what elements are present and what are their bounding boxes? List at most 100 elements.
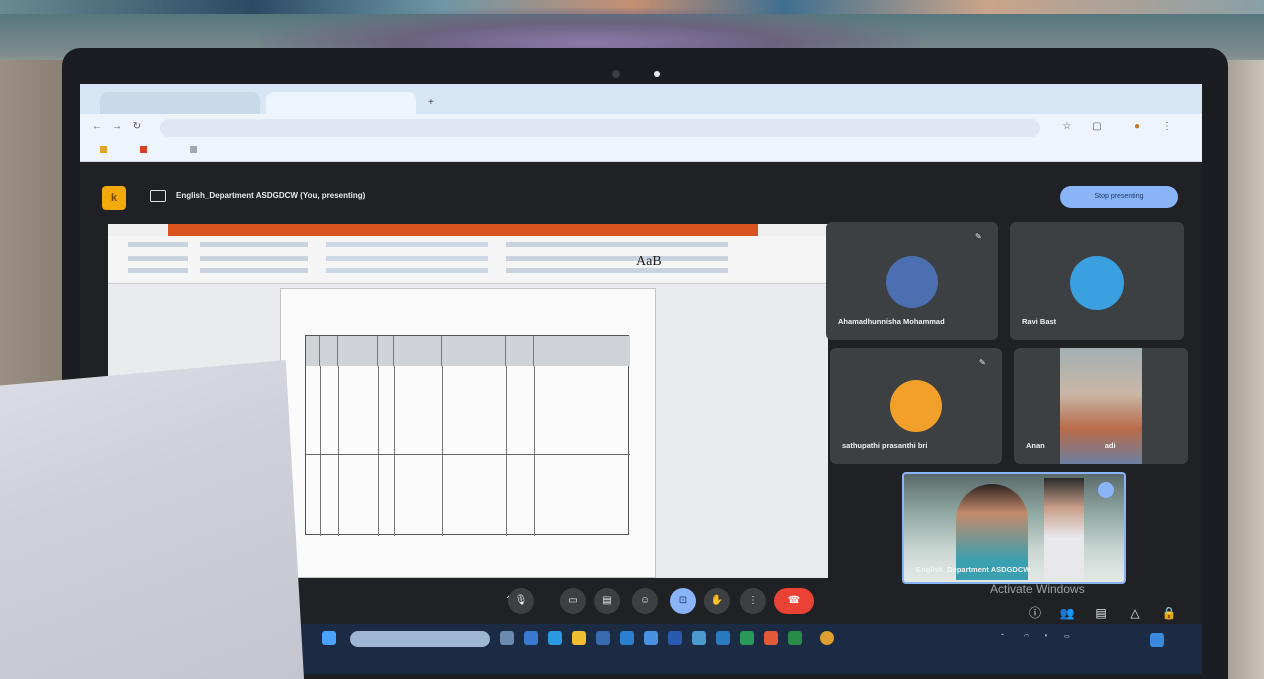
present-button[interactable]: ⊡ (670, 588, 696, 614)
ribbon-tabs (128, 242, 728, 247)
table-header-cell (320, 336, 338, 366)
table-header-cell (378, 336, 394, 366)
profile-icon[interactable]: ● (1130, 120, 1144, 134)
word-notification-bar (168, 224, 758, 236)
browser-address-bar: ← → ↻ ☆ ▢ ● ⋮ (80, 114, 1202, 142)
table-header-cell (394, 336, 442, 366)
raise-hand-button[interactable]: ✋ (704, 588, 730, 614)
back-icon[interactable]: ← (90, 120, 104, 134)
app-icon-1[interactable] (524, 631, 538, 645)
mic-button[interactable]: 🎙 (508, 588, 534, 614)
table-row-line (306, 454, 630, 455)
info-icon[interactable]: ⓘ (1026, 604, 1044, 622)
folder-icon[interactable] (572, 631, 586, 645)
camera-button[interactable]: ▭ (560, 588, 586, 614)
document-page (280, 288, 656, 578)
participant-name: Ahamadhunnisha Mohammad (838, 317, 945, 326)
people-icon[interactable]: 👥 (1058, 604, 1076, 622)
chrome-icon[interactable] (820, 631, 834, 645)
captions-button[interactable]: ▤ (594, 588, 620, 614)
mic-off-icon: ✎ (979, 358, 986, 367)
participant-tile-1[interactable]: ✎ Ahamadhunnisha Mohammad (826, 222, 998, 340)
app-icon-2[interactable] (596, 631, 610, 645)
app-icon-4[interactable] (644, 631, 658, 645)
end-call-button[interactable]: ☎ (774, 588, 814, 614)
table-column-line (338, 366, 339, 536)
participant-tile-2[interactable]: Ravi Bast (1010, 222, 1184, 340)
forward-icon[interactable]: → (110, 120, 124, 134)
participant-name: Ravi Bast (1022, 317, 1057, 326)
participant-tile-4[interactable]: Anan adi (1014, 348, 1188, 464)
activate-windows-title: Activate Windows (990, 582, 1085, 596)
table-column-line (394, 366, 395, 536)
handwritten-note (0, 360, 304, 679)
table-column-line (442, 366, 443, 536)
battery-icon[interactable]: ▭ (1064, 633, 1070, 640)
app-icon-6[interactable] (716, 631, 730, 645)
bookmark-2[interactable] (140, 146, 150, 153)
app-icon-5[interactable] (692, 631, 706, 645)
star-icon[interactable]: ☆ (1060, 120, 1074, 134)
avatar (890, 380, 942, 432)
chat-icon[interactable]: ▤ (1092, 604, 1110, 622)
activities-icon[interactable]: △ (1126, 604, 1144, 622)
self-view-options-icon[interactable] (1098, 482, 1114, 498)
app-icon-8[interactable] (764, 631, 778, 645)
webcam-light-icon (654, 71, 660, 77)
self-view-name: English_Department ASDGDCW (916, 565, 1031, 574)
word-icon[interactable] (668, 631, 682, 645)
participant-tile-3[interactable]: ✎ sathupathi prasanthi bri (830, 348, 1002, 464)
volume-icon[interactable]: ◖ (1044, 633, 1048, 639)
avatar (886, 256, 938, 308)
table-header-cell (338, 336, 378, 366)
participant-name: Anan adi (1026, 441, 1116, 450)
mic-off-icon: ✎ (975, 232, 982, 241)
reload-icon[interactable]: ↻ (130, 120, 144, 134)
browser-tab-bar: + (80, 84, 1202, 114)
word-ribbon: AaB (108, 236, 828, 284)
table-column-line (378, 366, 379, 536)
table-header-cell (442, 336, 506, 366)
stop-presenting-button[interactable]: Stop presenting (1060, 186, 1178, 208)
participant-name-start: Anan (1026, 441, 1045, 450)
app-icon-3[interactable] (620, 631, 634, 645)
more-options-button[interactable]: ⋮ (740, 588, 766, 614)
table-column-line (320, 366, 321, 536)
start-icon[interactable] (322, 631, 336, 645)
tray-chevron-icon[interactable]: ⌃ (1000, 633, 1005, 640)
app-icon-9[interactable] (788, 631, 802, 645)
app-icon-7[interactable] (740, 631, 754, 645)
table-column-line (506, 366, 507, 536)
menu-icon[interactable]: ⋮ (1160, 120, 1174, 134)
url-input[interactable] (160, 119, 1040, 137)
emoji-button[interactable]: ☺ (632, 588, 658, 614)
window-icon[interactable]: ▢ (1090, 120, 1104, 134)
wifi-icon[interactable]: ◠ (1024, 633, 1029, 640)
bookmarks-bar (80, 142, 1202, 162)
notification-icon[interactable] (1150, 633, 1164, 647)
self-video-person-2 (1044, 478, 1084, 578)
meet-header: k English_Department ASDGDCW (You, prese… (80, 178, 1202, 220)
taskbar-search[interactable] (350, 631, 490, 647)
edge-icon[interactable] (548, 631, 562, 645)
participant-name: sathupathi prasanthi bri (842, 441, 928, 450)
bookmark-3[interactable] (190, 146, 200, 153)
bookmark-icon (140, 146, 147, 153)
webcam-icon (612, 70, 620, 78)
document-table (305, 335, 630, 536)
self-view-tile[interactable]: English_Department ASDGDCW (902, 472, 1126, 584)
table-column-line (534, 366, 535, 536)
browser-tab-meet[interactable] (266, 92, 416, 114)
presentation-icon (150, 190, 166, 202)
style-preview: AaB (636, 254, 662, 269)
avatar (1070, 256, 1124, 310)
new-tab-icon[interactable]: + (420, 92, 440, 114)
table-header-cell (306, 336, 320, 366)
table-header-cell (506, 336, 534, 366)
browser-tab-1[interactable] (100, 92, 260, 114)
lock-icon[interactable]: 🔒 (1160, 604, 1178, 622)
taskview-icon[interactable] (500, 631, 514, 645)
presenting-title: English_Department ASDGDCW (You, present… (176, 191, 366, 200)
bookmark-1[interactable] (100, 146, 110, 153)
table-header-cell (534, 336, 630, 366)
